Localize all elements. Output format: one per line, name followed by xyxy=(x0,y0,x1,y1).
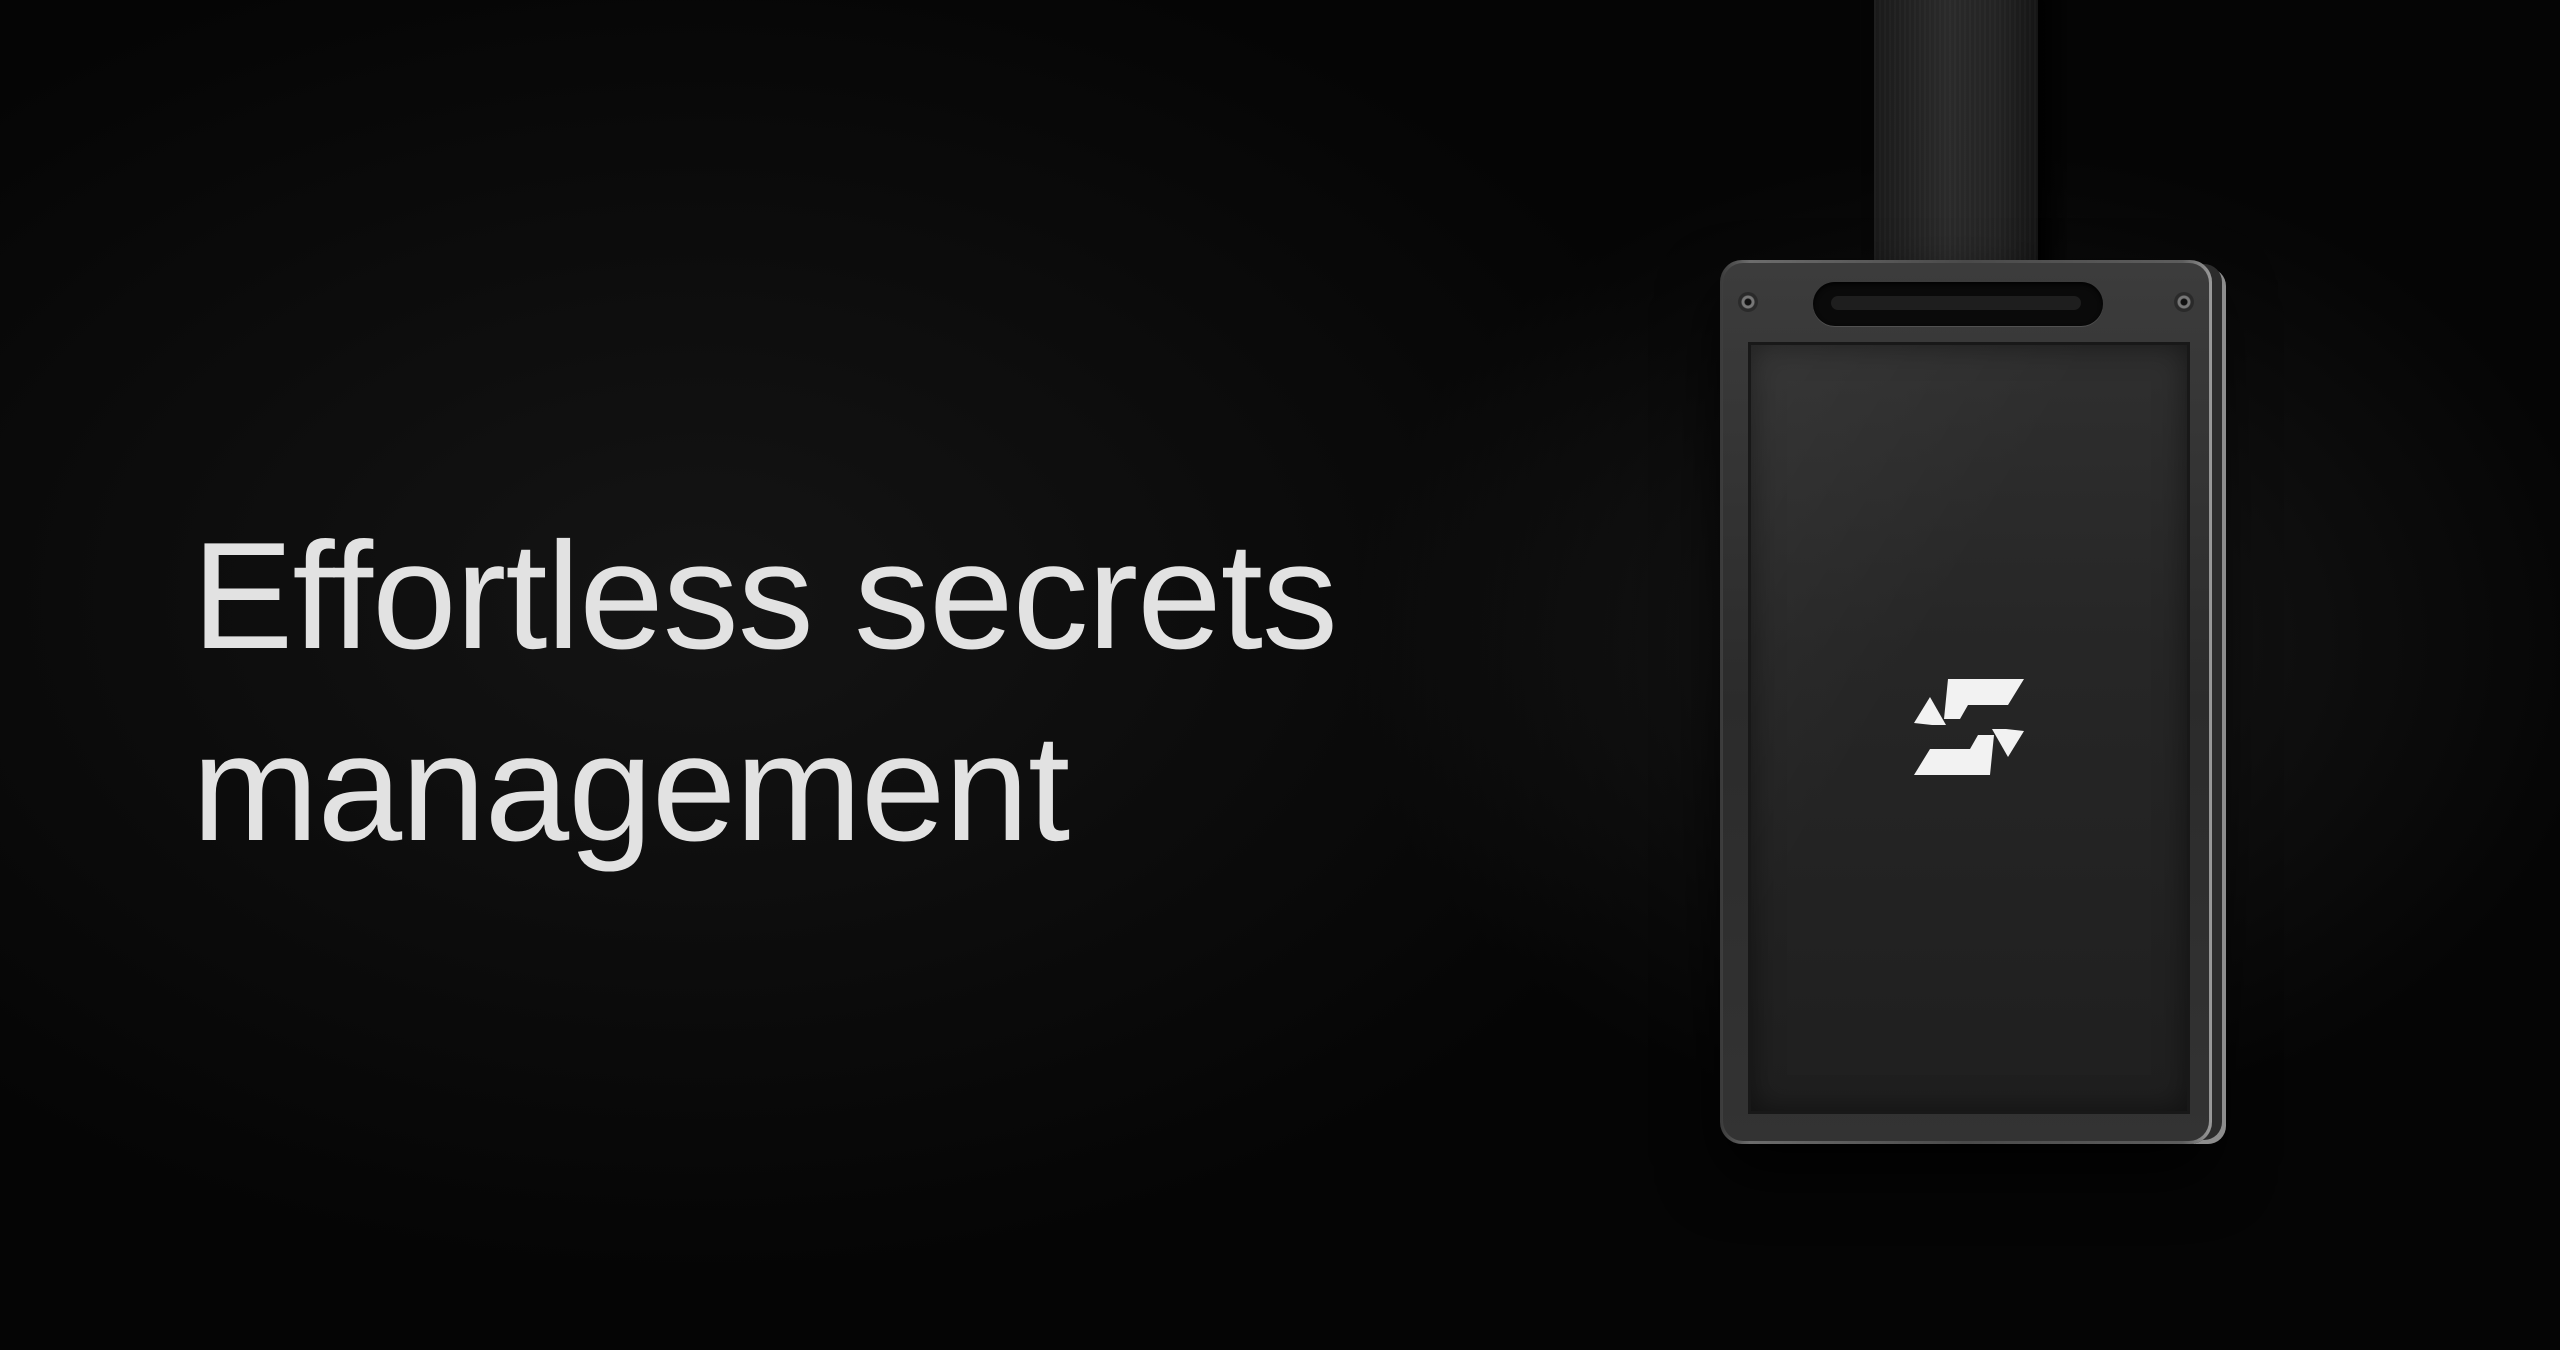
hero-headline: Effortless secrets management xyxy=(192,500,1492,884)
screw-right-icon xyxy=(2174,292,2194,312)
badge-holder xyxy=(1720,260,2212,1144)
headline-line-1: Effortless secrets xyxy=(192,511,1338,681)
headline-line-2: management xyxy=(192,703,1070,873)
badge-strap-slot xyxy=(1813,282,2103,326)
badge-card xyxy=(1748,342,2190,1114)
hero-banner: Effortless secrets management xyxy=(0,0,2560,1350)
lanyard-shadow xyxy=(2038,0,2068,270)
screw-left-icon xyxy=(1738,292,1758,312)
brand-logo-icon xyxy=(1914,679,2024,775)
lanyard-strap xyxy=(1874,0,2038,286)
